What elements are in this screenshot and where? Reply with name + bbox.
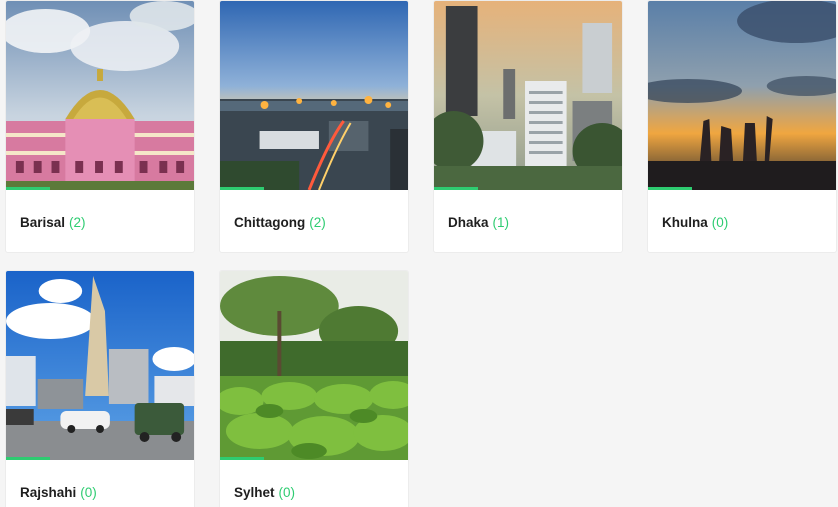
card-accent-bar xyxy=(648,187,692,190)
city-card-barisal[interactable]: Barisal (2) xyxy=(5,0,195,253)
city-name: Rajshahi xyxy=(20,485,77,500)
card-accent-bar xyxy=(220,187,264,190)
city-count: (0) xyxy=(711,215,729,230)
city-count: (0) xyxy=(80,485,97,500)
city-name: Dhaka xyxy=(448,215,489,230)
city-card-dhaka[interactable]: Dhaka (1) xyxy=(433,0,623,253)
card-accent-bar xyxy=(434,187,478,190)
barisal-mosque-photo xyxy=(6,1,194,190)
city-label[interactable]: Rajshahi (0) xyxy=(20,485,97,500)
city-count: (0) xyxy=(278,485,296,500)
sylhet-tea-garden-photo xyxy=(220,271,408,460)
city-label[interactable]: Khulna (0) xyxy=(662,215,728,230)
city-card-khulna[interactable]: Khulna (0) xyxy=(647,0,837,253)
city-count: (2) xyxy=(309,215,326,230)
city-name: Khulna xyxy=(662,215,708,230)
city-label[interactable]: Chittagong (2) xyxy=(234,215,326,230)
city-name: Barisal xyxy=(20,215,66,230)
city-card-rajshahi[interactable]: Rajshahi (0) xyxy=(5,270,195,507)
card-accent-bar xyxy=(6,187,50,190)
chittagong-port-night-photo xyxy=(220,1,408,190)
city-grid: Barisal (2) Chittagong (2) Dhaka (1) Khu… xyxy=(0,0,838,507)
city-card-sylhet[interactable]: Sylhet (0) xyxy=(219,270,409,507)
card-accent-bar xyxy=(220,457,264,460)
city-count: (2) xyxy=(69,215,86,230)
city-label[interactable]: Barisal (2) xyxy=(20,215,86,230)
city-name: Sylhet xyxy=(234,485,275,500)
city-label[interactable]: Sylhet (0) xyxy=(234,485,295,500)
card-accent-bar xyxy=(6,457,50,460)
khulna-monument-sunset-photo xyxy=(648,1,836,190)
dhaka-skyline-photo xyxy=(434,1,622,190)
city-count: (1) xyxy=(492,215,510,230)
city-card-chittagong[interactable]: Chittagong (2) xyxy=(219,0,409,253)
city-label[interactable]: Dhaka (1) xyxy=(448,215,509,230)
city-name: Chittagong xyxy=(234,215,306,230)
rajshahi-tower-street-photo xyxy=(6,271,194,460)
